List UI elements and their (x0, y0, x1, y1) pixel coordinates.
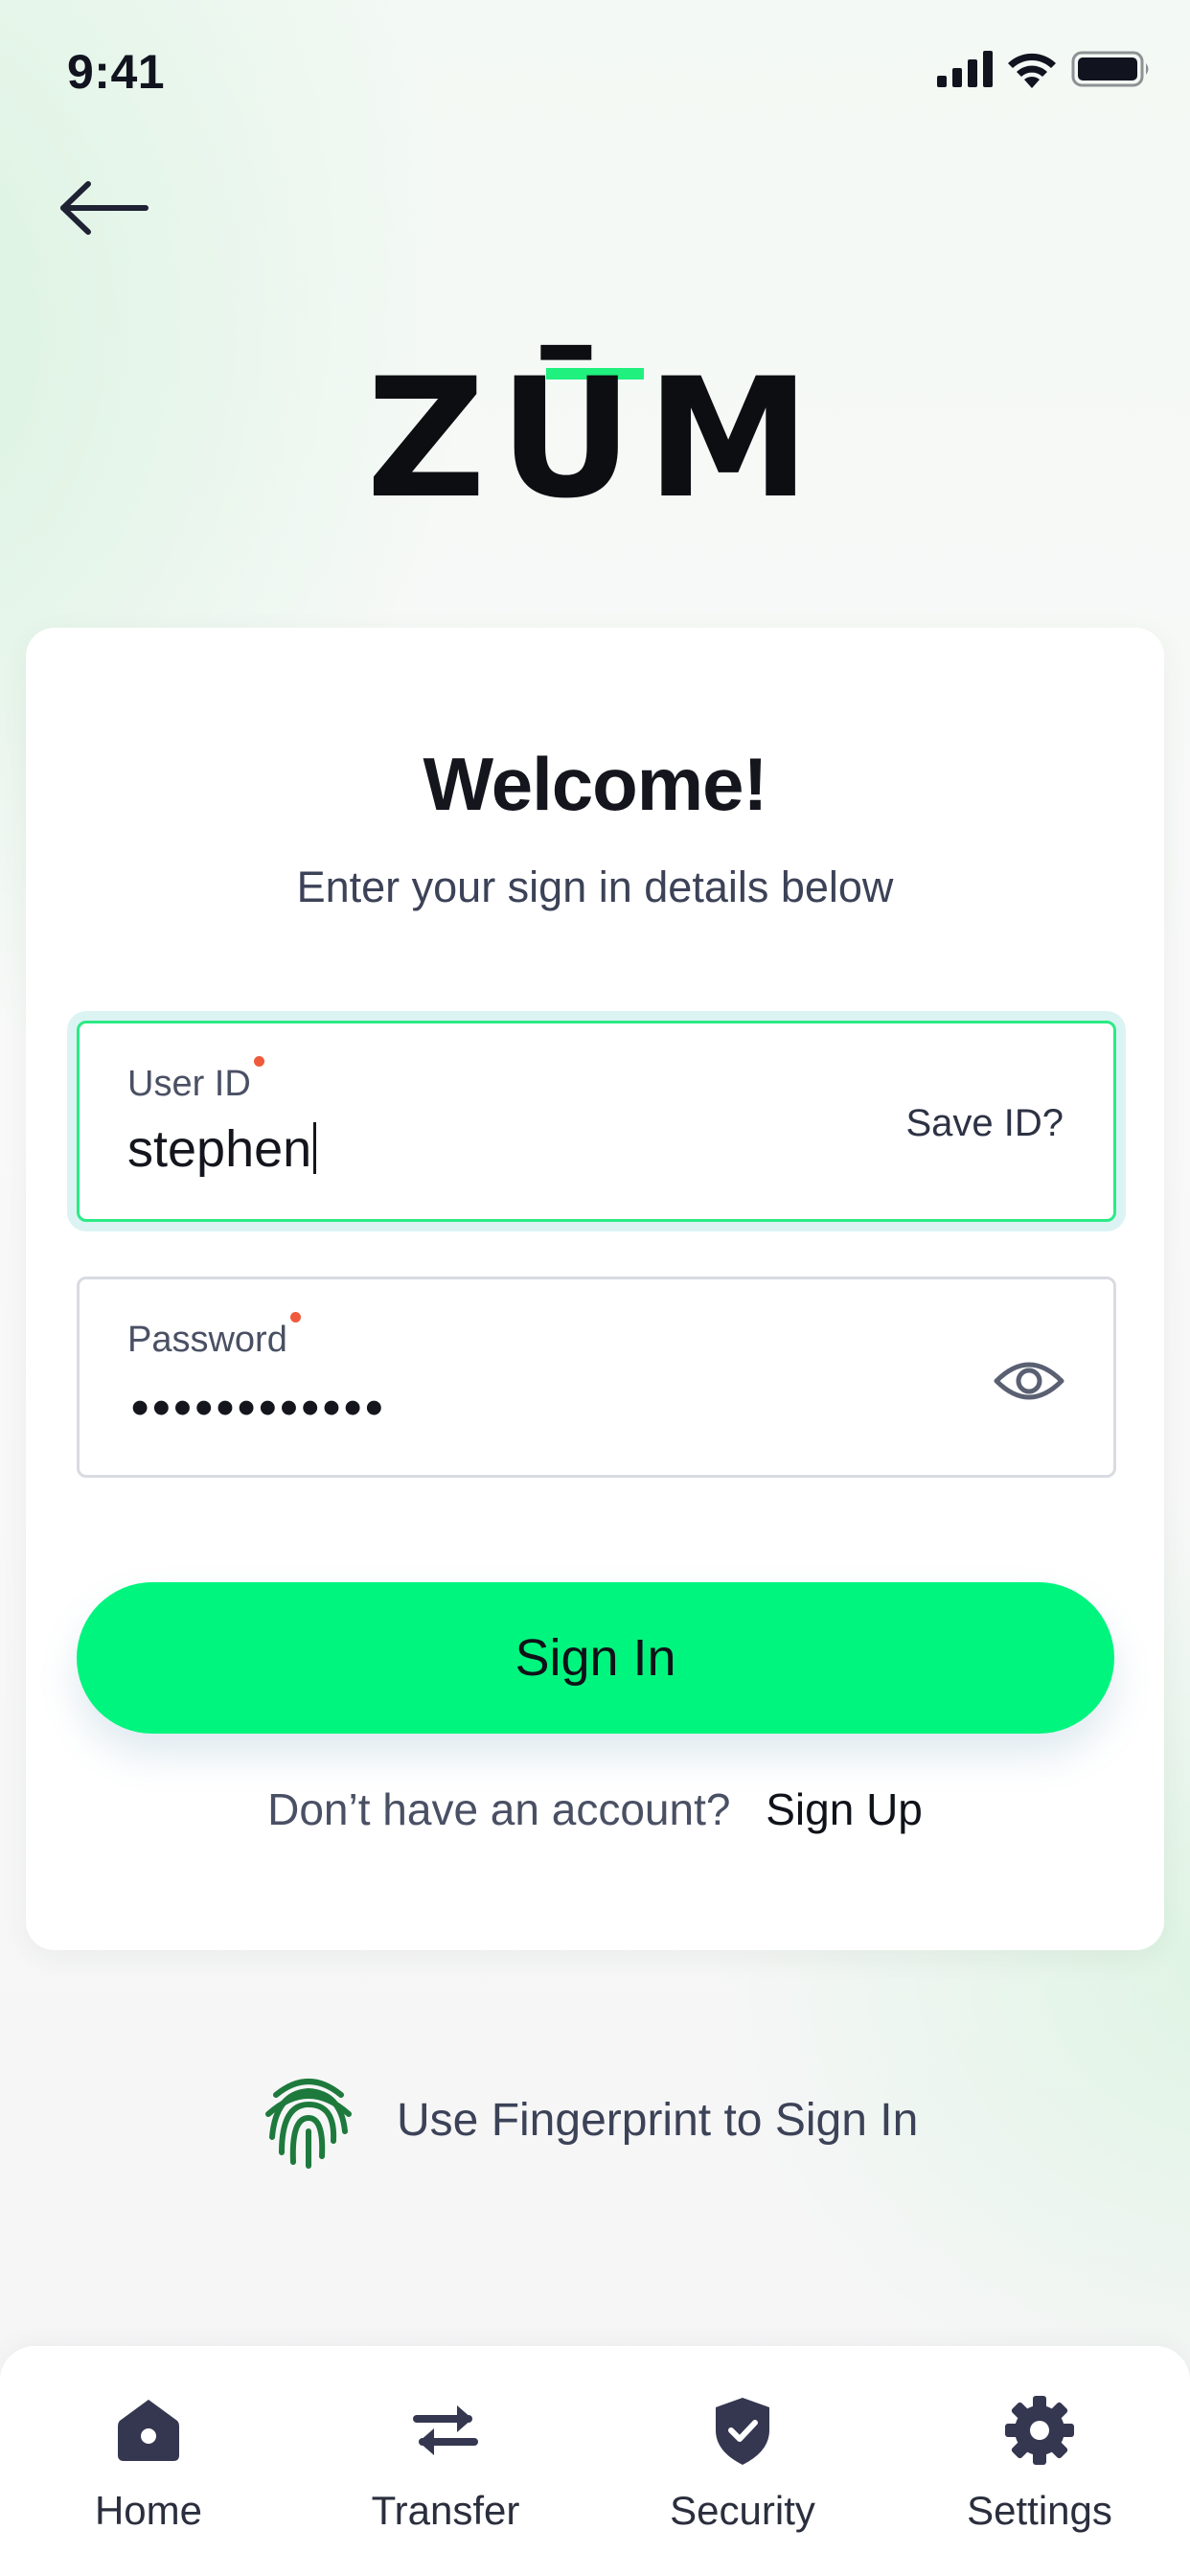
page-title: Welcome! (423, 742, 768, 826)
logo: ZŪM (0, 356, 1190, 521)
text-caret (313, 1122, 317, 1174)
home-icon (118, 2400, 179, 2461)
sign-in-button[interactable]: Sign In (77, 1582, 1114, 1734)
password-label: Password (127, 1312, 301, 1361)
nav-item-transfer[interactable]: Transfer (321, 2346, 570, 2576)
battery-icon (1071, 51, 1149, 87)
status-icons (937, 50, 1152, 88)
password-label-text: Password (127, 1320, 287, 1360)
arrow-left-icon (60, 181, 149, 235)
nav-item-home[interactable]: Home (24, 2346, 273, 2576)
bottom-nav: Home Transfer Security Settings (0, 2346, 1190, 2576)
required-indicator (253, 1056, 264, 1067)
wifi-icon (1008, 53, 1056, 88)
user-id-input[interactable]: stephen (127, 1119, 317, 1179)
shield-icon (716, 2398, 769, 2465)
signup-question: Don’t have an account? (267, 1784, 731, 1834)
user-id-value: stephen (127, 1120, 312, 1178)
password-input[interactable]: •••••••••••• (131, 1379, 386, 1437)
save-id-button[interactable]: Save ID? (905, 1102, 1064, 1145)
gear-icon (1005, 2396, 1074, 2465)
signal-icon (937, 51, 993, 87)
logo-text: ZŪM (366, 342, 824, 535)
nav-label-transfer: Transfer (371, 2488, 520, 2533)
user-id-label-text: User ID (127, 1064, 251, 1104)
nav-label-home: Home (94, 2488, 203, 2533)
user-id-field[interactable]: User ID stephen Save ID? (77, 1021, 1116, 1222)
nav-label-security: Security (670, 2488, 815, 2533)
transfer-icon (413, 2405, 478, 2455)
password-field[interactable]: Password •••••••••••• (77, 1276, 1116, 1478)
eye-icon (994, 1362, 1064, 1400)
signup-row: Don’t have an account? Sign Up (26, 1783, 1164, 1835)
nav-label-settings: Settings (967, 2488, 1112, 2533)
nav-item-settings[interactable]: Settings (915, 2346, 1164, 2576)
fingerprint-signin-button[interactable]: Use Fingerprint to Sign In (259, 2070, 918, 2170)
page-subtitle: Enter your sign in details below (296, 862, 894, 911)
back-button[interactable] (57, 174, 153, 242)
fingerprint-label: Use Fingerprint to Sign In (397, 2094, 919, 2146)
user-id-label: User ID (127, 1056, 264, 1105)
signin-card: Welcome! Enter your sign in details belo… (26, 628, 1164, 1950)
sign-up-link[interactable]: Sign Up (766, 1784, 923, 1834)
show-password-button[interactable] (993, 1345, 1065, 1417)
nav-item-security[interactable]: Security (618, 2346, 867, 2576)
fingerprint-icon (265, 2079, 352, 2169)
required-indicator (289, 1312, 301, 1322)
status-time: 9:41 (67, 45, 166, 99)
